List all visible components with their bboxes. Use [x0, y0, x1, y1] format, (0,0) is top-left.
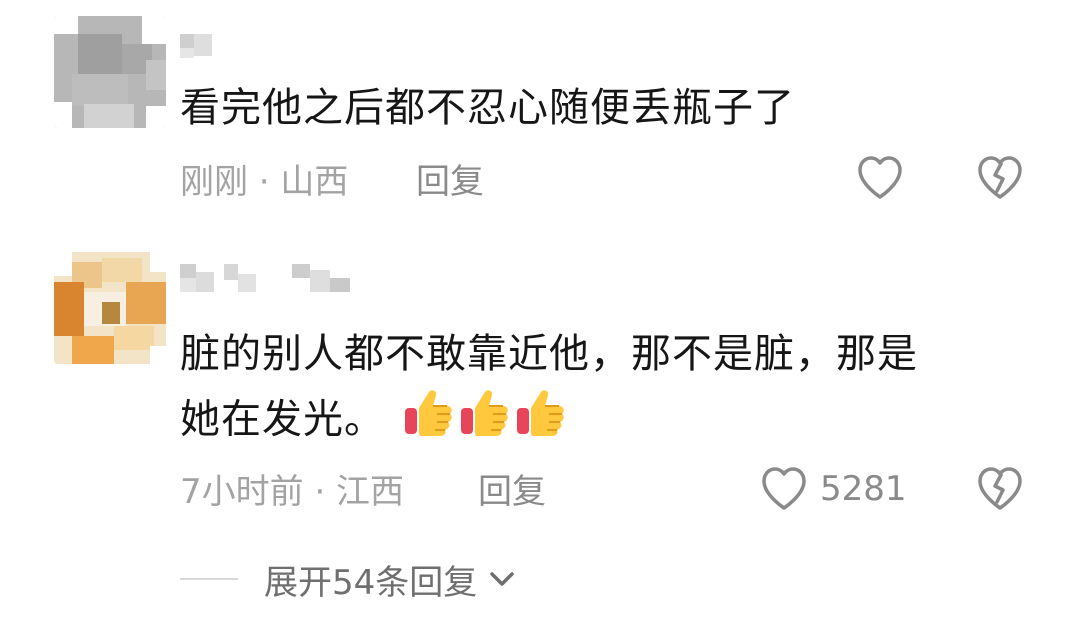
thumbs-up-emoji: [515, 386, 567, 457]
like-count: 5281: [820, 469, 907, 509]
reply-button[interactable]: 回复: [416, 162, 484, 202]
expand-replies-label: 展开54条回复: [264, 562, 478, 603]
heart-outline-icon: [858, 156, 902, 199]
divider-line: [180, 578, 238, 580]
like-button[interactable]: 5281: [760, 466, 907, 512]
thumbs-up-emoji: [403, 386, 455, 457]
broken-heart-icon: [978, 156, 1022, 199]
avatar[interactable]: [54, 252, 166, 364]
like-button[interactable]: [856, 155, 904, 201]
chevron-down-icon: [490, 572, 515, 586]
avatar[interactable]: [54, 16, 166, 128]
username[interactable]: [180, 264, 354, 292]
dislike-button[interactable]: [976, 155, 1024, 205]
reply-button[interactable]: 回复: [478, 472, 546, 512]
comment-text-line-2: 她在发光。: [180, 386, 1010, 457]
comment-text: 看完他之后都不忍心随便丢瓶子了: [180, 85, 795, 131]
comment-text: 脏的别人都不敢靠近他，那不是脏，那是 她在发光。: [180, 322, 1010, 457]
dislike-button[interactable]: [976, 466, 1024, 516]
comment-text-line-1: 脏的别人都不敢靠近他，那不是脏，那是: [180, 331, 918, 377]
expand-replies-button[interactable]: 展开54条回复: [180, 555, 517, 603]
comment-meta: 刚刚 · 山西: [180, 162, 349, 202]
broken-heart-icon: [978, 467, 1022, 510]
username[interactable]: [180, 34, 212, 62]
thumbs-up-emoji: [459, 386, 511, 457]
comment-meta: 7小时前 · 江西: [180, 472, 405, 512]
heart-outline-icon: [762, 467, 806, 510]
comment-text-line-2-text: 她在发光。: [180, 396, 385, 443]
